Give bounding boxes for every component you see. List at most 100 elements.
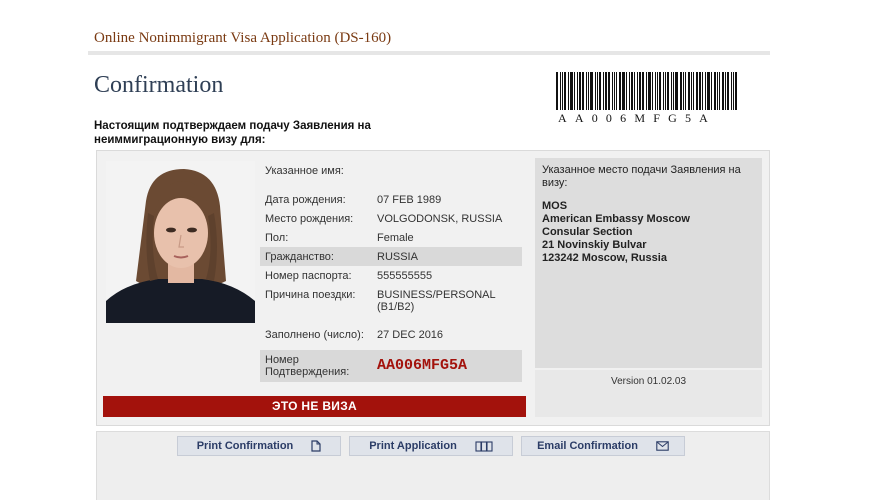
barcode-bar [719, 72, 720, 110]
pages-icon [475, 440, 493, 452]
barcode-bar [590, 72, 593, 110]
barcode-bar [608, 72, 610, 110]
location-code: MOS [542, 200, 568, 212]
barcode-bar [603, 72, 604, 110]
barcode-bar [562, 72, 563, 110]
barcode-bar [665, 72, 666, 110]
print-application-label: Print Application [369, 440, 457, 452]
field-value: BUSINESS/PERSONAL (B1/B2) [377, 289, 496, 313]
document-icon [311, 440, 321, 452]
intro-text: Настоящим подтверждаем подачу Заявления … [94, 120, 371, 146]
field-passport: Номер паспорта: 555555555 [260, 266, 522, 285]
envelope-icon [656, 441, 669, 451]
field-value: 555555555 [377, 270, 433, 282]
barcode-bar [619, 72, 621, 110]
barcode-bar [639, 72, 641, 110]
field-label: Заполнено (число): [265, 329, 364, 341]
barcode-bar [637, 72, 638, 110]
barcode-bar [605, 72, 607, 110]
field-trip-purpose: Причина поездки: BUSINESS/PERSONAL (B1/B… [260, 285, 522, 319]
field-value: 07 FEB 1989 [377, 194, 442, 206]
barcode-bar [622, 72, 625, 110]
barcode-bar [634, 72, 635, 110]
barcode-bar [693, 72, 694, 110]
field-label: Дата рождения: [265, 194, 346, 206]
field-label: Причина поездки: [265, 289, 356, 301]
barcode-bar [579, 72, 581, 110]
barcode-bar [685, 72, 686, 110]
barcode-bar [626, 72, 627, 110]
barcode-bar [568, 72, 569, 110]
barcode-bar [560, 72, 561, 110]
field-name: Указанное имя: [260, 160, 522, 190]
barcode-bar [588, 72, 589, 110]
barcode-bar [727, 72, 729, 110]
email-confirmation-label: Email Confirmation [537, 440, 638, 452]
field-label: Номер Подтверждения: [265, 354, 350, 378]
address-line: American Embassy Moscow [542, 213, 690, 225]
barcode-bar [629, 72, 630, 110]
barcode-bar [595, 72, 596, 110]
barcode-bar [683, 72, 684, 110]
version-label: Version 01.02.03 [535, 370, 762, 417]
barcode-bar [733, 72, 734, 110]
field-value: Female [377, 232, 414, 244]
barcode-bar [614, 72, 615, 110]
barcode-bar [696, 72, 698, 110]
barcode-bar [671, 72, 672, 110]
barcode-bar [705, 72, 706, 110]
location-address: MOS American Embassy Moscow Consular Sec… [542, 200, 755, 265]
applicant-photo [106, 161, 255, 323]
barcode-bar [648, 72, 651, 110]
barcode-bar [586, 72, 587, 110]
barcode-bar [717, 72, 718, 110]
barcode-bar [574, 72, 575, 110]
barcode-bar [707, 72, 710, 110]
submission-location-panel: Указанное место подачи Заявления на визу… [535, 158, 762, 368]
field-label: Указанное имя: [265, 165, 344, 177]
app-title: Online Nonimmigrant Visa Application (DS… [94, 30, 392, 46]
barcode-bar [616, 72, 617, 110]
barcode-bar [673, 72, 674, 110]
address-line: Consular Section [542, 226, 633, 238]
field-label: Гражданство: [265, 251, 334, 263]
field-label: Пол: [265, 232, 289, 244]
not-a-visa-banner: ЭТО НЕ ВИЗА [103, 396, 526, 417]
field-confirmation-number: Номер Подтверждения: AA006MFG5A [260, 350, 522, 382]
barcode-bar [597, 72, 598, 110]
barcode-bar [646, 72, 647, 110]
barcode-bar [582, 72, 584, 110]
address-line: 123242 Moscow, Russia [542, 252, 667, 264]
field-value: VOLGODONSK, RUSSIA [377, 213, 503, 225]
barcode-bar [659, 72, 661, 110]
print-confirmation-button[interactable]: Print Confirmation [177, 436, 341, 456]
barcode-bar [599, 72, 601, 110]
barcode-bar [725, 72, 726, 110]
applicant-details: Указанное имя: Дата рождения: 07 FEB 198… [260, 160, 522, 382]
barcode-bar [667, 72, 669, 110]
field-value: 27 DEC 2016 [377, 329, 444, 341]
barcode-bar [675, 72, 678, 110]
confirmation-number: AA006MFG5A [377, 357, 468, 374]
barcode-bar [631, 72, 633, 110]
address-line: 21 Novinskiy Bulvar [542, 239, 647, 251]
barcode-bar [652, 72, 653, 110]
barcode-bar [570, 72, 573, 110]
field-label: Номер паспорта: [265, 270, 352, 282]
field-filled-date: Заполнено (число): 27 DEC 2016 [260, 319, 522, 350]
barcode [556, 72, 748, 110]
barcode-bar [714, 72, 716, 110]
print-confirmation-label: Print Confirmation [196, 440, 294, 452]
barcode-bar [657, 72, 658, 110]
page-title: Confirmation [94, 72, 224, 98]
barcode-bar [655, 72, 656, 110]
field-value: RUSSIA [377, 251, 418, 263]
barcode-bar [702, 72, 703, 110]
barcode-bar [731, 72, 732, 110]
field-label: Место рождения: [265, 213, 354, 225]
barcode-bar [556, 72, 558, 110]
field-dob: Дата рождения: 07 FEB 1989 [260, 190, 522, 209]
print-application-button[interactable]: Print Application [349, 436, 513, 456]
email-confirmation-button[interactable]: Email Confirmation [521, 436, 685, 456]
field-citizenship: Гражданство: RUSSIA [260, 247, 522, 266]
